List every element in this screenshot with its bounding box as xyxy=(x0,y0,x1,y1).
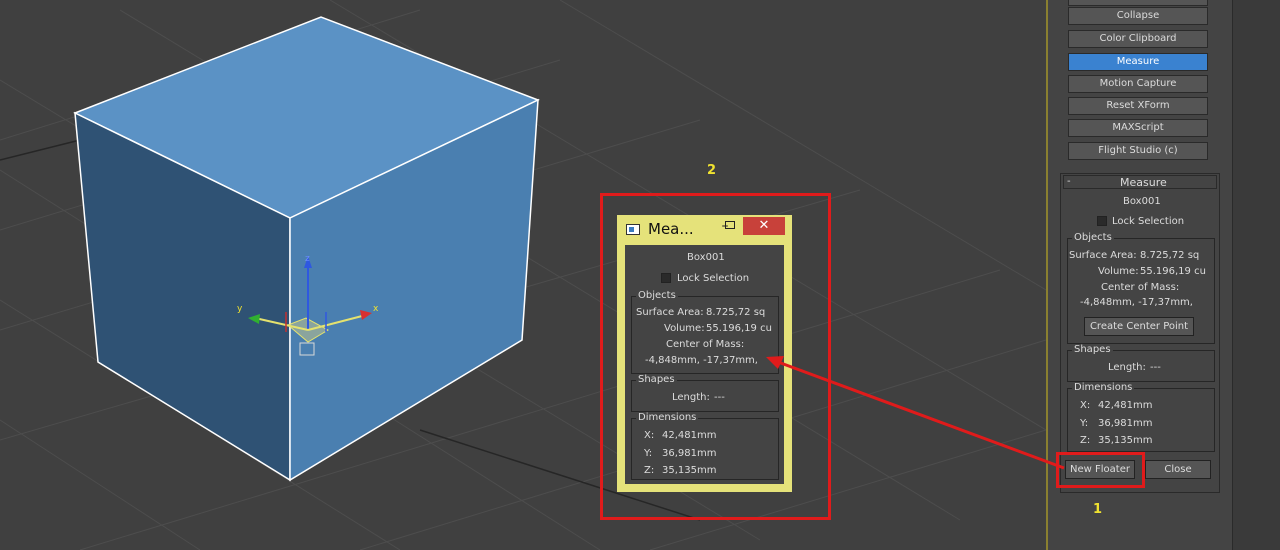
panel-lock-selection-checkbox[interactable] xyxy=(1097,216,1107,226)
panel-volume-value: 55.196,19 cu xyxy=(1140,266,1206,277)
panel-surface-area-value: 8.725,72 sq xyxy=(1140,250,1200,261)
floater-object-name: Box001 xyxy=(687,252,725,263)
gizmo-z-label: z xyxy=(305,254,310,264)
utility-button-measure[interactable]: Measure xyxy=(1068,53,1208,71)
floater-center-of-mass-label: Center of Mass: xyxy=(666,339,745,350)
floater-lock-selection-label: Lock Selection xyxy=(677,273,750,284)
panel-dim-z-value: 35,135mm xyxy=(1098,435,1153,446)
panel-shapes-group: Shapes Length: --- xyxy=(1067,344,1215,382)
panel-surface-area-label: Surface Area: xyxy=(1069,250,1137,261)
floater-volume-label: Volume: xyxy=(664,323,705,334)
floater-dim-y-label: Y: xyxy=(644,448,653,459)
measure-floater-window[interactable]: Mea... – ✕ Box001 Lock Selection Objects… xyxy=(617,215,792,492)
floater-shapes-group: Shapes Length: --- xyxy=(631,374,779,412)
gizmo-y-label: y xyxy=(237,304,243,314)
maximize-icon[interactable] xyxy=(725,221,735,229)
utility-button-reset-xform[interactable]: Reset XForm xyxy=(1068,97,1208,115)
floater-lock-selection-checkbox[interactable] xyxy=(661,273,671,283)
annotation-highlight-new-floater xyxy=(1056,452,1145,488)
annotation-number-2: 2 xyxy=(707,163,717,178)
measure-rollout: - Measure Box001 Lock Selection Objects … xyxy=(1060,173,1220,493)
floater-dim-y-value: 36,981mm xyxy=(662,448,717,459)
window-app-icon xyxy=(626,224,640,235)
floater-titlebar[interactable]: Mea... – ✕ xyxy=(617,215,792,242)
panel-center-of-mass-value: -4,848mm, -17,37mm, xyxy=(1080,297,1193,308)
panel-dimensions-group: Dimensions X: 42,481mm Y: 36,981mm Z: 35… xyxy=(1067,382,1215,452)
panel-lock-selection-label: Lock Selection xyxy=(1112,216,1185,227)
panel-volume-label: Volume: xyxy=(1098,266,1139,277)
panel-dim-y-value: 36,981mm xyxy=(1098,418,1153,429)
floater-surface-area-value: 8.725,72 sq xyxy=(706,307,766,318)
panel-objects-group-label: Objects xyxy=(1072,232,1114,243)
measure-rollout-title: Measure xyxy=(1120,176,1167,189)
panel-dim-x-value: 42,481mm xyxy=(1098,400,1153,411)
floater-dim-x-label: X: xyxy=(644,430,655,441)
panel-shapes-group-label: Shapes xyxy=(1072,344,1113,355)
panel-dim-z-label: Z: xyxy=(1080,435,1091,446)
measure-rollout-header[interactable]: - Measure xyxy=(1063,175,1217,189)
viewport-scene: z x y xyxy=(0,0,1046,550)
floater-objects-group: Objects Surface Area: 8.725,72 sq Volume… xyxy=(631,290,779,374)
floater-objects-group-label: Objects xyxy=(636,290,678,301)
floater-dim-z-value: 35,135mm xyxy=(662,465,717,476)
panel-dimensions-group-label: Dimensions xyxy=(1072,382,1135,393)
floater-length-label: Length: xyxy=(672,392,710,403)
utility-button-top-partial[interactable] xyxy=(1068,0,1208,6)
floater-dim-z-label: Z: xyxy=(644,465,655,476)
panel-center-of-mass-label: Center of Mass: xyxy=(1101,282,1180,293)
panel-objects-group: Objects Surface Area: 8.725,72 sq Volume… xyxy=(1067,232,1215,344)
panel-edge xyxy=(1046,0,1048,550)
floater-length-value: --- xyxy=(714,392,725,403)
panel-dim-y-label: Y: xyxy=(1080,418,1089,429)
annotation-number-1: 1 xyxy=(1093,502,1103,517)
gizmo-x-label: x xyxy=(373,304,379,314)
floater-dim-x-value: 42,481mm xyxy=(662,430,717,441)
floater-center-of-mass-value: -4,848mm, -17,37mm, xyxy=(645,355,758,366)
close-window-button[interactable]: ✕ xyxy=(743,217,785,235)
floater-body: Box001 Lock Selection Objects Surface Ar… xyxy=(625,245,784,484)
panel-length-value: --- xyxy=(1150,362,1161,373)
utility-button-color-clipboard[interactable]: Color Clipboard xyxy=(1068,30,1208,48)
right-edge-divider xyxy=(1232,0,1233,550)
panel-dim-x-label: X: xyxy=(1080,400,1091,411)
panel-length-label: Length: xyxy=(1108,362,1146,373)
floater-shapes-group-label: Shapes xyxy=(636,374,677,385)
utility-button-collapse[interactable]: Collapse xyxy=(1068,7,1208,25)
floater-surface-area-label: Surface Area: xyxy=(636,307,704,318)
viewport-perspective[interactable]: z x y xyxy=(0,0,1046,550)
floater-dimensions-group-label: Dimensions xyxy=(636,412,699,423)
panel-object-name: Box001 xyxy=(1123,196,1161,207)
utility-button-maxscript[interactable]: MAXScript xyxy=(1068,119,1208,137)
floater-title: Mea... xyxy=(648,220,694,238)
floater-dimensions-group: Dimensions X: 42,481mm Y: 36,981mm Z: 35… xyxy=(631,412,779,480)
utility-button-motion-capture[interactable]: Motion Capture xyxy=(1068,75,1208,93)
right-edge-panel xyxy=(1232,0,1280,550)
create-center-point-button[interactable]: Create Center Point xyxy=(1084,317,1194,336)
utility-button-flight-studio-c[interactable]: Flight Studio (c) xyxy=(1068,142,1208,160)
close-measure-button[interactable]: Close xyxy=(1145,460,1211,479)
rollout-collapse-icon[interactable]: - xyxy=(1067,176,1071,187)
floater-volume-value: 55.196,19 cu xyxy=(706,323,772,334)
